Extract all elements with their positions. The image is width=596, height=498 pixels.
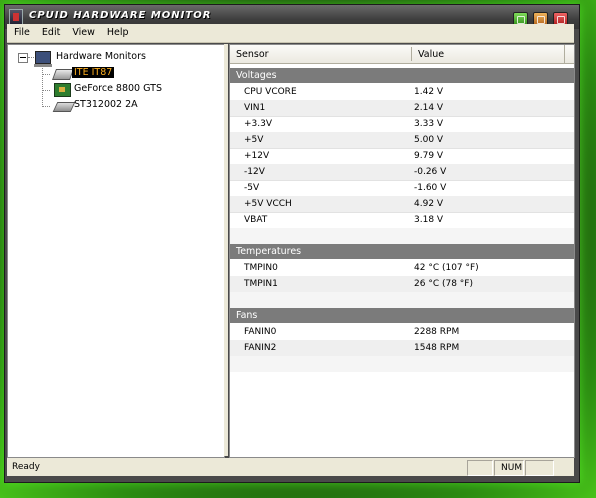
sensor-name: VIN1 (244, 103, 266, 113)
tree-line (28, 57, 34, 58)
list-row[interactable]: FANIN2 1548 RPM (230, 340, 574, 357)
sensor-value: 2.14 V (414, 103, 444, 113)
menu-help[interactable]: Help (100, 24, 134, 38)
status-text: Ready (12, 462, 40, 472)
tree-root-label[interactable]: Hardware Monitors (54, 51, 148, 62)
list-spacer (230, 356, 574, 372)
section-label: Temperatures (236, 246, 302, 257)
tree-item-st312002[interactable]: ST312002 2A (72, 99, 140, 110)
sensor-name: +5V (244, 135, 264, 145)
tree-line (42, 106, 50, 107)
list-spacer (230, 228, 574, 244)
list-spacer (230, 292, 574, 308)
num-lock-label: NUM (501, 463, 523, 473)
sensor-value: 2288 RPM (414, 327, 460, 337)
list-header: Sensor Value (230, 45, 574, 64)
column-divider[interactable] (564, 45, 565, 63)
sensor-name: CPU VCORE (244, 87, 297, 97)
list-row[interactable]: TMPIN1 26 °C (78 °F) (230, 276, 574, 293)
list-row[interactable]: -12V -0.26 V (230, 164, 574, 181)
sensor-name: -12V (244, 167, 265, 177)
sensor-name: TMPIN0 (244, 263, 278, 273)
tree-item-geforce[interactable]: GeForce 8800 GTS (72, 83, 164, 94)
list-row[interactable]: -5V -1.60 V (230, 180, 574, 197)
sensor-list[interactable]: Sensor Value Voltages CPU VCORE 1.42 V VI… (229, 44, 575, 458)
list-row[interactable]: VIN1 2.14 V (230, 100, 574, 117)
sensor-value: 1548 RPM (414, 343, 460, 353)
menu-view[interactable]: View (65, 24, 100, 38)
menu-edit[interactable]: Edit (35, 24, 65, 38)
sensor-name: FANIN2 (244, 343, 277, 353)
status-bar: Ready NUM (7, 458, 574, 476)
graphics-card-icon (54, 83, 71, 97)
sensor-value: 1.42 V (414, 87, 444, 97)
sensor-value: 26 °C (78 °F) (414, 279, 473, 289)
sensor-name: -5V (244, 183, 260, 193)
status-panel (467, 460, 493, 476)
list-row[interactable]: +3.3V 3.33 V (230, 116, 574, 133)
sensor-value: 4.92 V (414, 199, 444, 209)
computer-icon (34, 51, 52, 67)
section-label: Fans (236, 310, 258, 321)
list-row[interactable]: FANIN0 2288 RPM (230, 324, 574, 341)
section-header-fans: Fans (230, 308, 574, 323)
chip-icon (51, 69, 75, 80)
sensor-name: TMPIN1 (244, 279, 278, 289)
sensor-value: 42 °C (107 °F) (414, 263, 479, 273)
section-header-voltages: Voltages (230, 68, 574, 83)
column-divider[interactable] (411, 47, 412, 61)
sensor-value: 3.18 V (414, 215, 444, 225)
tree-line (42, 63, 43, 107)
app-icon[interactable] (9, 9, 23, 25)
list-row[interactable]: CPU VCORE 1.42 V (230, 84, 574, 101)
sensor-name: FANIN0 (244, 327, 277, 337)
window-title: CPUID HARDWARE MONITOR (29, 10, 212, 21)
sensor-value: 5.00 V (414, 135, 444, 145)
list-row[interactable]: TMPIN0 42 °C (107 °F) (230, 260, 574, 277)
num-lock-indicator: NUM (494, 460, 524, 476)
list-row[interactable]: +5V VCCH 4.92 V (230, 196, 574, 213)
menu-file[interactable]: File (7, 24, 35, 38)
list-row[interactable]: +12V 9.79 V (230, 148, 574, 165)
sensor-name: +3.3V (244, 119, 273, 129)
column-header-value[interactable]: Value (418, 49, 444, 60)
device-tree[interactable]: Hardware Monitors ITE IT87 GeForce 8800 … (7, 44, 225, 458)
list-row[interactable]: +5V 5.00 V (230, 132, 574, 149)
section-label: Voltages (236, 70, 277, 81)
sensor-value: -1.60 V (414, 183, 447, 193)
sensor-name: VBAT (244, 215, 268, 225)
column-header-sensor[interactable]: Sensor (236, 49, 269, 60)
status-panel (525, 460, 554, 476)
section-header-temperatures: Temperatures (230, 244, 574, 259)
sensor-name: +12V (244, 151, 270, 161)
collapse-toggle[interactable] (18, 53, 28, 63)
pane-splitter[interactable] (224, 44, 228, 456)
tree-line (42, 90, 50, 91)
tree-line (42, 74, 50, 75)
list-row[interactable]: VBAT 3.18 V (230, 212, 574, 229)
sensor-value: 3.33 V (414, 119, 444, 129)
sensor-value: -0.26 V (414, 167, 447, 177)
menu-bar: File Edit View Help (7, 24, 574, 43)
tree-item-ite[interactable]: ITE IT87 (72, 67, 115, 78)
sensor-value: 9.79 V (414, 151, 444, 161)
sensor-name: +5V VCCH (244, 199, 292, 209)
